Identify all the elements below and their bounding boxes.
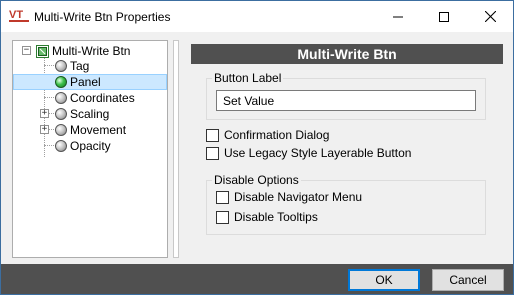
- movement-expand-toggle[interactable]: +: [40, 125, 49, 134]
- close-icon: [484, 11, 496, 22]
- tree-item-label: Multi-Write Btn: [52, 44, 131, 58]
- green-ball-icon: [55, 76, 67, 88]
- confirmation-dialog-checkbox[interactable]: [206, 128, 219, 142]
- scaling-expand-toggle[interactable]: +: [40, 109, 49, 118]
- pane-splitter[interactable]: [173, 40, 179, 258]
- tree-item-label: Panel: [70, 75, 101, 89]
- disable-navigator-menu-label: Disable Navigator Menu: [234, 190, 363, 204]
- tree-item-coordinates[interactable]: Coordinates: [55, 90, 138, 106]
- tree-item-label: Movement: [70, 123, 127, 137]
- maximize-icon: [439, 11, 449, 22]
- property-tree[interactable]: − Multi-Write Btn Tag Panel Coordinates …: [12, 40, 168, 258]
- confirmation-dialog-option[interactable]: Confirmation Dialog: [206, 128, 329, 142]
- disable-navigator-menu-option[interactable]: Disable Navigator Menu: [216, 190, 362, 204]
- root-collapse-toggle[interactable]: −: [22, 46, 31, 55]
- disable-tooltips-option[interactable]: Disable Tooltips: [216, 210, 318, 224]
- svg-text:VT: VT: [9, 9, 23, 21]
- properties-dialog: VT Multi-Write Btn Properties − Multi-Wr…: [0, 0, 514, 295]
- dialog-footer: OK Cancel: [1, 264, 513, 294]
- tree-connector: [44, 145, 54, 146]
- tree-item-scaling[interactable]: Scaling: [55, 106, 112, 122]
- legacy-style-option[interactable]: Use Legacy Style Layerable Button: [206, 146, 411, 160]
- app-logo-icon: VT: [9, 9, 29, 22]
- disable-tooltips-label: Disable Tooltips: [234, 210, 318, 224]
- tree-item-label: Scaling: [70, 107, 110, 121]
- tree-item-opacity[interactable]: Opacity: [55, 138, 114, 154]
- disable-options-group: [206, 180, 486, 235]
- grey-ball-icon: [55, 60, 67, 72]
- tree-item-panel[interactable]: Panel: [13, 74, 167, 90]
- grey-ball-icon: [55, 108, 67, 120]
- disable-tooltips-checkbox[interactable]: [216, 210, 229, 224]
- close-button[interactable]: [467, 1, 513, 32]
- grey-ball-icon: [55, 92, 67, 104]
- window-title: Multi-Write Btn Properties: [34, 10, 171, 24]
- minimize-button[interactable]: [375, 1, 421, 32]
- tree-item-label: Tag: [70, 59, 90, 73]
- legacy-style-checkbox[interactable]: [206, 146, 219, 160]
- panel-header: Multi-Write Btn: [191, 44, 503, 64]
- button-label-input[interactable]: Set Value: [216, 90, 476, 111]
- maximize-button[interactable]: [421, 1, 467, 32]
- tree-item-movement[interactable]: Movement: [55, 122, 129, 138]
- tree-connector: [44, 55, 45, 157]
- tree-item-label: Opacity: [70, 139, 111, 153]
- cancel-button[interactable]: Cancel: [432, 269, 504, 291]
- legacy-style-label: Use Legacy Style Layerable Button: [224, 146, 412, 160]
- minimize-icon: [393, 16, 403, 17]
- ok-button[interactable]: OK: [348, 269, 420, 291]
- tree-connector: [44, 65, 54, 66]
- confirmation-dialog-label: Confirmation Dialog: [224, 128, 330, 142]
- disable-navigator-menu-checkbox[interactable]: [216, 190, 229, 204]
- grey-ball-icon: [55, 140, 67, 152]
- tree-item-label: Coordinates: [70, 91, 135, 105]
- tree-item-multi-write-btn[interactable]: Multi-Write Btn: [36, 43, 133, 59]
- title-bar[interactable]: VT Multi-Write Btn Properties: [1, 1, 513, 32]
- dialog-content: − Multi-Write Btn Tag Panel Coordinates …: [1, 32, 513, 264]
- multi-write-btn-icon: [36, 44, 49, 58]
- grey-ball-icon: [55, 124, 67, 136]
- button-label-group-title: Button Label: [212, 71, 284, 85]
- disable-options-group-title: Disable Options: [212, 173, 301, 187]
- tree-connector: [44, 97, 54, 98]
- tree-item-tag[interactable]: Tag: [55, 58, 92, 74]
